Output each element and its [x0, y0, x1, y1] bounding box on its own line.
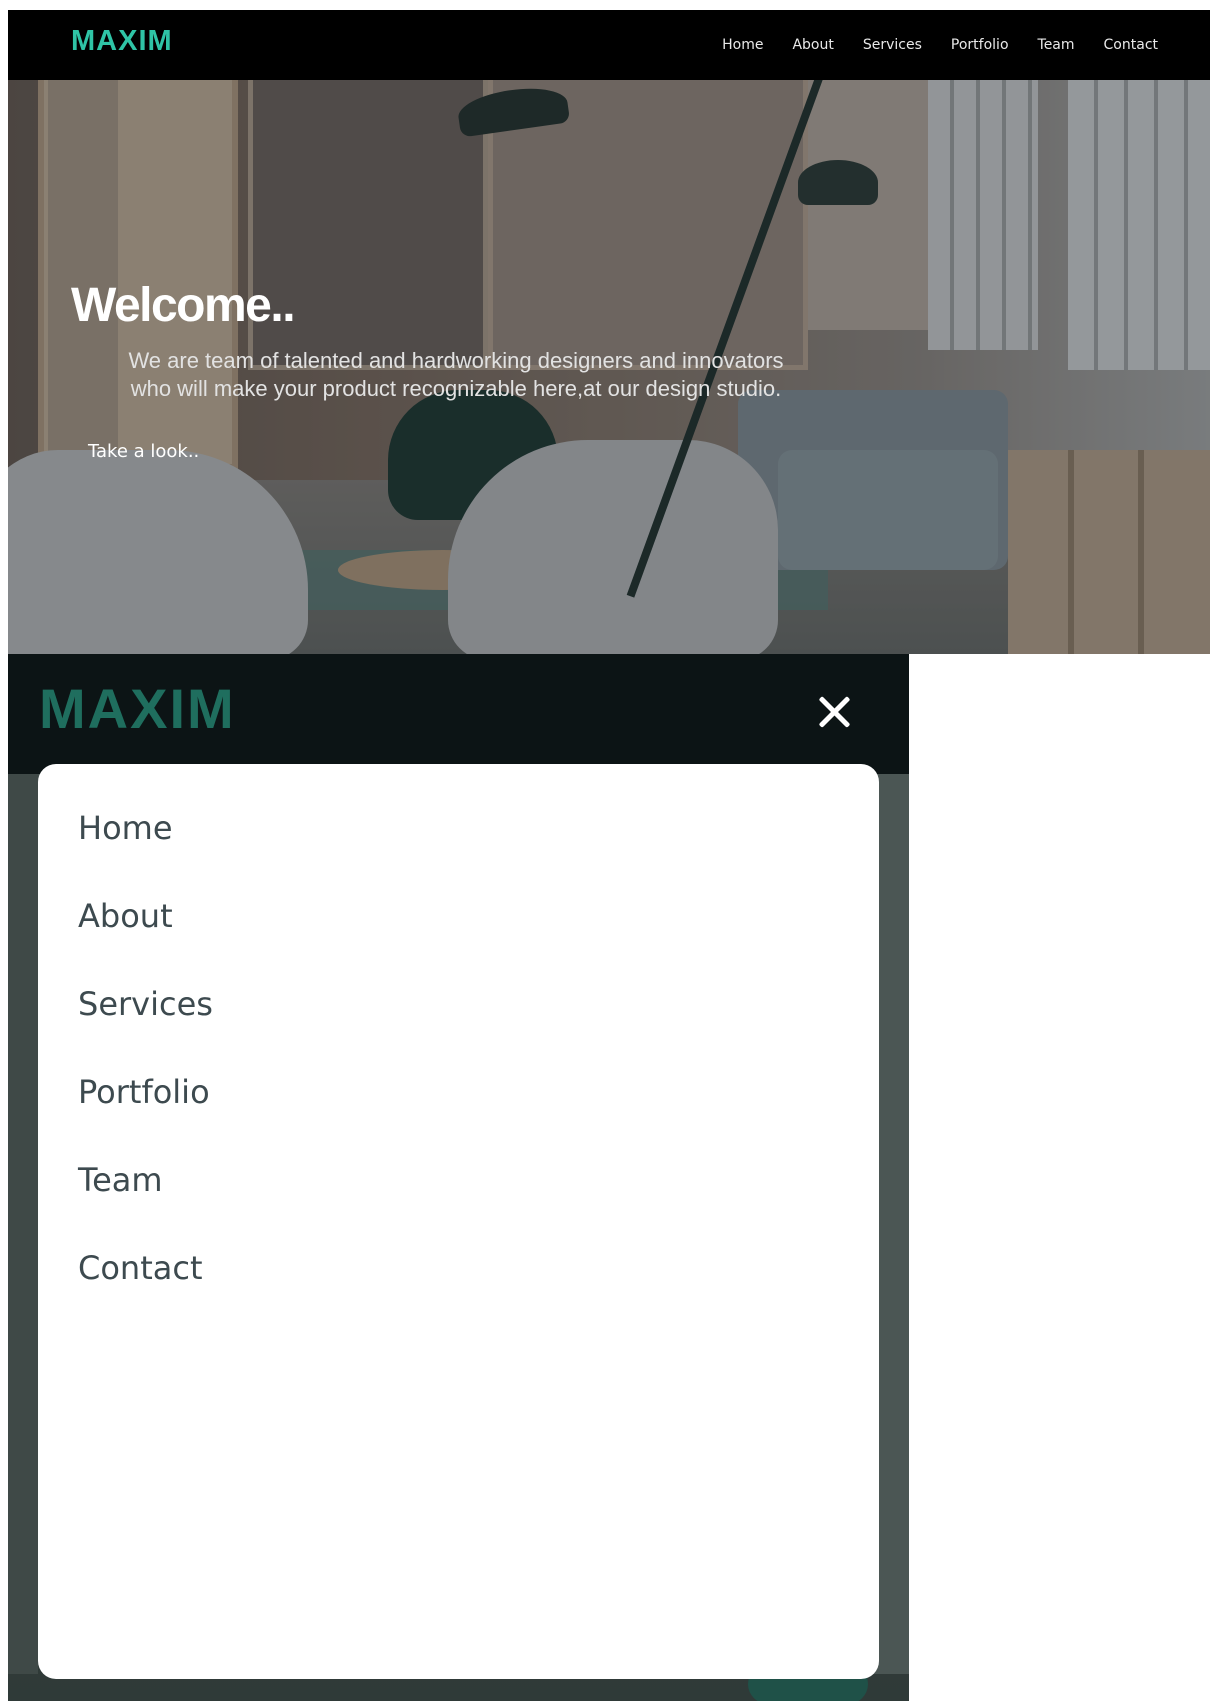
mobile-menu-item-home[interactable]: Home: [38, 799, 879, 887]
hero-title: Welcome..: [71, 279, 296, 332]
nav-links: Home About Services Portfolio Team Conta…: [722, 10, 1158, 80]
mobile-menu-item-portfolio[interactable]: Portfolio: [38, 1063, 879, 1151]
mobile-menu-item-contact[interactable]: Contact: [38, 1239, 879, 1327]
hero-content: Welcome.. We are team of talented and ha…: [71, 278, 841, 403]
take-a-look-button[interactable]: Take a look..: [88, 441, 199, 462]
nav-link-portfolio[interactable]: Portfolio: [951, 37, 1009, 53]
close-icon[interactable]: [816, 694, 852, 730]
nav-link-contact[interactable]: Contact: [1104, 37, 1158, 53]
nav-link-team[interactable]: Team: [1038, 37, 1075, 53]
mobile-menu-item-team[interactable]: Team: [38, 1151, 879, 1239]
mobile-view: MAXIM Home About Services Portfolio Team…: [8, 654, 909, 1701]
logo[interactable]: MAXIM: [71, 25, 173, 58]
mobile-header: MAXIM: [8, 654, 909, 774]
top-navbar: MAXIM Home About Services Portfolio Team…: [8, 10, 1210, 80]
nav-link-services[interactable]: Services: [863, 37, 922, 53]
mobile-menu-item-services[interactable]: Services: [38, 975, 879, 1063]
desktop-view: MAXIM Home About Services Portfolio Team…: [8, 10, 1210, 654]
nav-link-about[interactable]: About: [792, 37, 833, 53]
hero-subtitle-line1: We are team of talented and hardworking …: [128, 348, 784, 373]
hero-subtitle: We are team of talented and hardworking …: [71, 347, 841, 403]
mobile-menu-item-about[interactable]: About: [38, 887, 879, 975]
hero-subtitle-line2: who will make your product recognizable …: [130, 376, 782, 401]
mobile-menu-panel: Home About Services Portfolio Team Conta…: [38, 764, 879, 1679]
mobile-logo[interactable]: MAXIM: [39, 676, 236, 741]
nav-link-home[interactable]: Home: [722, 37, 763, 53]
